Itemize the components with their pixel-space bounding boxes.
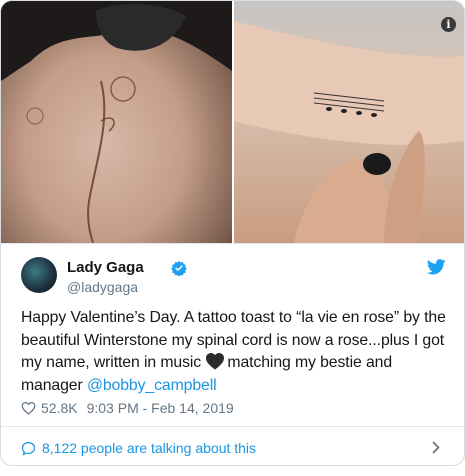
talking-about-link[interactable]: 8,122 people are talking about this xyxy=(21,438,446,458)
tweet-media[interactable]: i xyxy=(1,1,464,244)
back-tattoo-illustration xyxy=(1,1,232,243)
author-handle[interactable]: @ladygaga xyxy=(67,279,138,295)
verified-badge-icon xyxy=(171,261,187,276)
avatar[interactable] xyxy=(21,257,57,293)
tweet-photo-back-tattoo[interactable] xyxy=(1,1,232,243)
twitter-bird-icon[interactable] xyxy=(427,259,446,275)
tweet-timestamp[interactable]: 9:03 PM - Feb 14, 2019 xyxy=(87,400,234,416)
chevron-right-icon xyxy=(432,441,440,454)
author-name[interactable]: Lady Gaga xyxy=(67,259,144,276)
divider xyxy=(1,426,464,427)
mention-link[interactable]: @bobby_campbell xyxy=(87,377,217,394)
tweet-photo-arm-tattoo[interactable]: i xyxy=(234,1,464,243)
tweet-meta: 52.8K 9:03 PM - Feb 14, 2019 xyxy=(21,400,234,416)
black-heart-emoji-icon xyxy=(206,352,225,370)
comment-bubble-icon xyxy=(21,441,36,456)
heart-outline-icon[interactable] xyxy=(21,401,36,415)
info-icon[interactable]: i xyxy=(441,17,456,32)
like-count[interactable]: 52.8K xyxy=(41,400,78,416)
arm-tattoo-illustration xyxy=(234,21,464,243)
tweet-text: Happy Valentine’s Day. A tattoo toast to… xyxy=(21,307,449,397)
talking-about-text: 8,122 people are talking about this xyxy=(42,440,257,456)
tweet-header: Lady Gaga @ladygaga xyxy=(21,257,446,297)
tweet-card: i Lady Gaga @ladygaga Happy Valentine’s … xyxy=(0,0,465,466)
